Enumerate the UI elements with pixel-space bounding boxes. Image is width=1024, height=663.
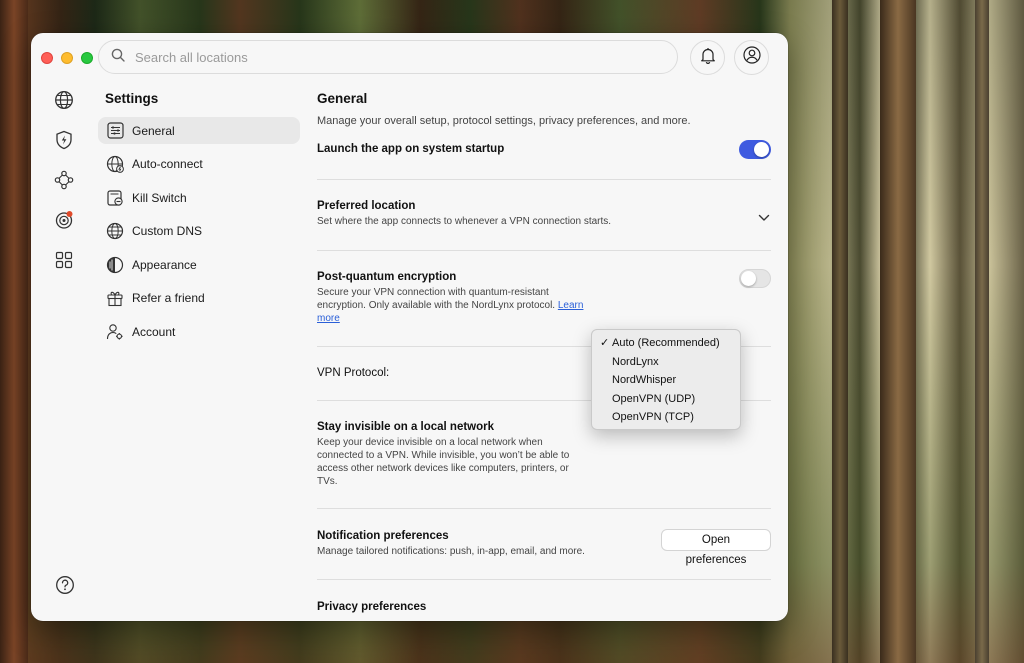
open-preferences-button[interactable]: Open preferences <box>661 529 771 566</box>
sidebar-item-appearance[interactable]: Appearance <box>98 251 300 278</box>
sidebar-item-general[interactable]: General <box>98 117 300 144</box>
tree-trunk <box>0 0 28 663</box>
protocol-option-openvpn-udp[interactable]: OpenVPN (UDP) <box>592 390 740 409</box>
launch-on-startup-toggle[interactable] <box>739 140 771 159</box>
preferred-location-desc: Set where the app connects to whenever a… <box>317 216 612 227</box>
meshnet-icon[interactable] <box>53 169 75 191</box>
sidebar-item-label: Account <box>132 325 176 340</box>
chevron-down-icon[interactable] <box>758 209 770 227</box>
sidebar-item-label: Refer a friend <box>132 291 205 306</box>
search-input[interactable] <box>135 49 635 65</box>
globe-lightning-icon <box>106 155 124 173</box>
option-label: NordWhisper <box>612 374 677 386</box>
preferred-location-title: Preferred location <box>317 200 416 212</box>
sidebar-item-custom-dns[interactable]: Custom DNS <box>98 218 300 245</box>
post-quantum-row: Post-quantum encryption Secure your VPN … <box>317 271 583 325</box>
globe-icon[interactable] <box>53 89 75 111</box>
search-bar[interactable] <box>98 40 678 74</box>
stay-invisible-desc: Keep your device invisible on a local ne… <box>317 436 569 488</box>
appearance-icon <box>106 256 124 274</box>
privacy-preferences-title: Privacy preferences <box>317 601 427 613</box>
minimize-window-button[interactable] <box>61 52 73 64</box>
stay-invisible-desc-line: connected to a VPN. While invisible, you… <box>317 450 570 461</box>
divider <box>317 508 771 509</box>
stay-invisible-title: Stay invisible on a local network <box>317 421 495 433</box>
learn-more-link[interactable]: Learn <box>558 300 584 311</box>
protocol-option-nordwhisper[interactable]: NordWhisper <box>592 371 740 390</box>
option-label: Auto (Recommended) <box>612 337 720 349</box>
divider <box>317 579 771 580</box>
page-subtitle: Manage your overall setup, protocol sett… <box>317 115 691 127</box>
vpn-protocol-label: VPN Protocol: <box>317 367 390 379</box>
option-label: NordLynx <box>612 355 659 368</box>
notifications-button[interactable] <box>690 40 725 75</box>
tree-trunk <box>975 0 989 663</box>
post-quantum-desc: Secure your VPN connection with quantum-… <box>317 286 583 325</box>
post-quantum-title: Post-quantum encryption <box>317 271 457 283</box>
account-gear-icon <box>106 323 124 341</box>
stay-invisible-desc-line: Keep your device invisible on a local ne… <box>317 437 543 448</box>
sidebar-item-label: Appearance <box>132 257 197 272</box>
apps-grid-icon[interactable] <box>53 249 75 271</box>
toggle-knob <box>754 142 769 157</box>
window-controls <box>41 52 93 64</box>
notification-preferences-title: Notification preferences <box>317 530 449 542</box>
post-quantum-desc-line2: encryption. Only available with the Nord… <box>317 300 556 311</box>
sidebar-item-label: Auto-connect <box>132 157 203 172</box>
tree-trunk <box>832 0 848 663</box>
general-settings-panel: General Manage your overall setup, proto… <box>317 91 771 613</box>
sidebar-item-label: General <box>132 123 175 138</box>
protocol-option-auto[interactable]: ✓ Auto (Recommended) <box>592 334 740 353</box>
kill-switch-icon <box>106 189 124 207</box>
sidebar-item-kill-switch[interactable]: Kill Switch <box>98 184 300 211</box>
sidebar-item-refer-a-friend[interactable]: Refer a friend <box>98 285 300 312</box>
divider <box>317 250 771 251</box>
toggle-knob <box>741 271 756 286</box>
vpn-protocol-dropdown[interactable]: ✓ Auto (Recommended) NordLynx NordWhispe… <box>591 329 741 430</box>
app-window: Settings General Auto-connect Kill Switc… <box>31 33 788 621</box>
gift-icon <box>106 289 124 307</box>
close-window-button[interactable] <box>41 52 53 64</box>
bell-icon <box>700 47 716 69</box>
search-icon <box>111 48 125 67</box>
option-label: OpenVPN (TCP) <box>612 411 694 423</box>
divider <box>317 179 771 180</box>
stay-invisible-desc-line: TVs. <box>317 476 338 487</box>
sidebar-item-account[interactable]: Account <box>98 319 300 346</box>
launch-on-startup-row: Launch the app on system startup <box>317 143 504 155</box>
notification-preferences-desc: Manage tailored notifications: push, in-… <box>317 546 585 557</box>
option-label: OpenVPN (UDP) <box>612 392 696 405</box>
privacy-preferences-row[interactable]: Privacy preferences <box>317 601 426 613</box>
notification-preferences-row: Notification preferences Manage tailored… <box>317 530 585 558</box>
settings-nav: General Auto-connect Kill Switch Custom … <box>98 117 300 352</box>
learn-more-link-continued[interactable]: more <box>317 313 340 324</box>
stay-invisible-row: Stay invisible on a local network Keep y… <box>317 421 569 488</box>
page-title: General <box>317 91 368 106</box>
profile-button[interactable] <box>734 40 769 75</box>
protocol-option-openvpn-tcp[interactable]: OpenVPN (TCP) <box>592 408 740 427</box>
stay-invisible-desc-line: access other network devices like comput… <box>317 463 569 474</box>
protocol-option-nordlynx[interactable]: NordLynx <box>592 353 740 372</box>
dns-globe-icon <box>106 222 124 240</box>
preferred-location-row[interactable]: Preferred location Set where the app con… <box>317 200 771 228</box>
maximize-window-button[interactable] <box>81 52 93 64</box>
sidebar-item-auto-connect[interactable]: Auto-connect <box>98 151 300 178</box>
help-icon[interactable] <box>55 575 75 600</box>
launch-on-startup-label: Launch the app on system startup <box>317 143 505 155</box>
post-quantum-desc-line1: Secure your VPN connection with quantum-… <box>317 287 549 298</box>
threat-protection-icon[interactable] <box>53 209 75 231</box>
sidebar-item-label: Custom DNS <box>132 224 203 239</box>
sliders-icon <box>106 122 124 140</box>
user-icon <box>742 46 761 69</box>
tree-trunk <box>880 0 916 663</box>
shield-lightning-icon[interactable] <box>53 129 75 151</box>
checkmark-icon: ✓ <box>600 337 610 349</box>
post-quantum-toggle[interactable] <box>739 269 771 288</box>
settings-title: Settings <box>105 91 159 106</box>
sidebar-item-label: Kill Switch <box>132 190 187 205</box>
